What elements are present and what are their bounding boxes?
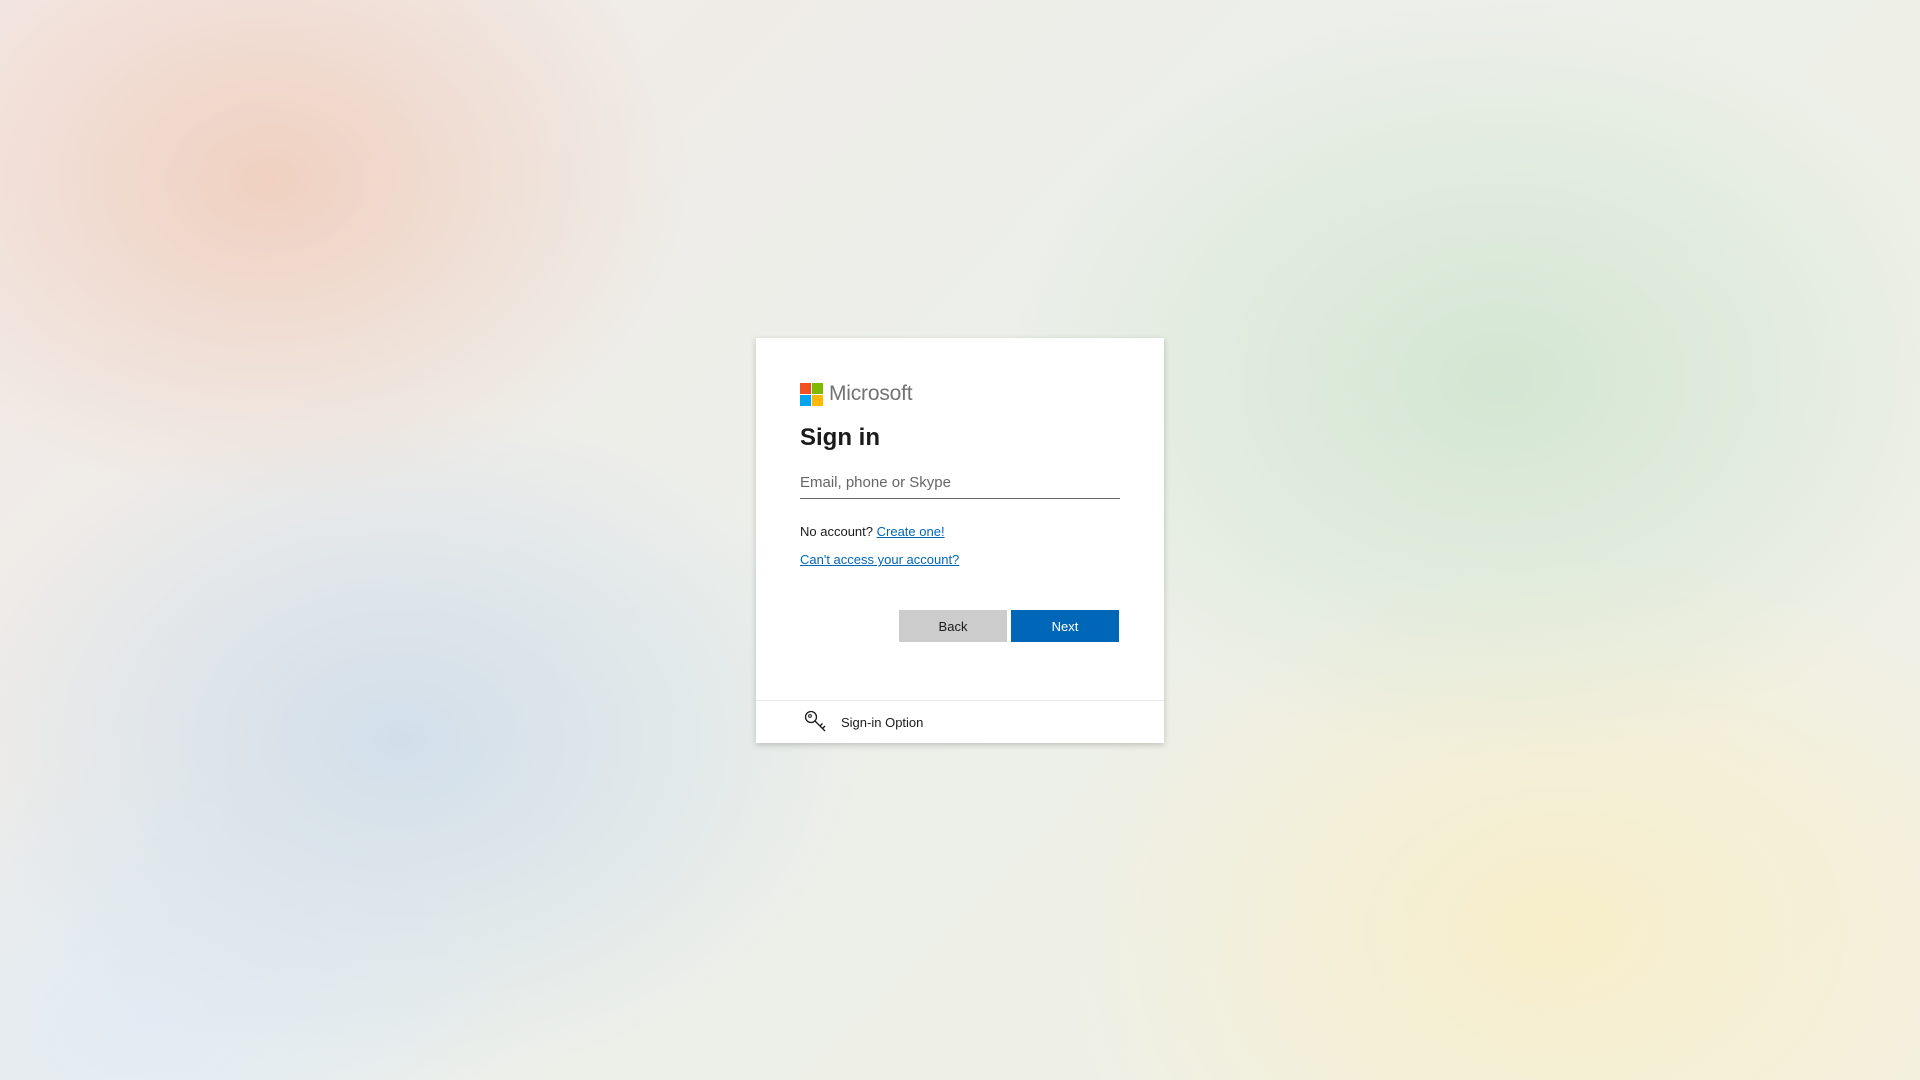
create-account-link[interactable]: Create one!	[877, 524, 945, 539]
page-title: Sign in	[800, 424, 880, 451]
logo-square-blue	[800, 394, 811, 406]
signin-options-label: Sign-in Option	[841, 714, 924, 730]
logo-wordmark: Microsoft	[829, 382, 913, 405]
microsoft-logo: Microsoft	[800, 382, 1120, 406]
logo-square-green	[812, 382, 823, 394]
key-icon	[803, 709, 829, 735]
no-account-text: No account?	[800, 524, 873, 539]
cant-access-link[interactable]: Can't access your account?	[800, 552, 959, 567]
back-button[interactable]: Back	[899, 610, 1007, 642]
signin-options-button[interactable]: Sign-in Option	[756, 700, 1164, 743]
signin-card-body: Microsoft Sign in No account? Create one…	[800, 382, 1120, 568]
logo-square-yellow	[812, 394, 823, 406]
no-account-row: No account? Create one!	[800, 524, 1120, 540]
button-row: Back Next	[899, 610, 1119, 642]
logo-square-red	[800, 382, 811, 394]
microsoft-logo-icon	[800, 382, 823, 406]
next-button[interactable]: Next	[1011, 610, 1119, 642]
signin-card: Microsoft Sign in No account? Create one…	[756, 338, 1164, 743]
email-field[interactable]	[800, 466, 1120, 499]
cant-access-row: Can't access your account?	[800, 552, 1120, 568]
